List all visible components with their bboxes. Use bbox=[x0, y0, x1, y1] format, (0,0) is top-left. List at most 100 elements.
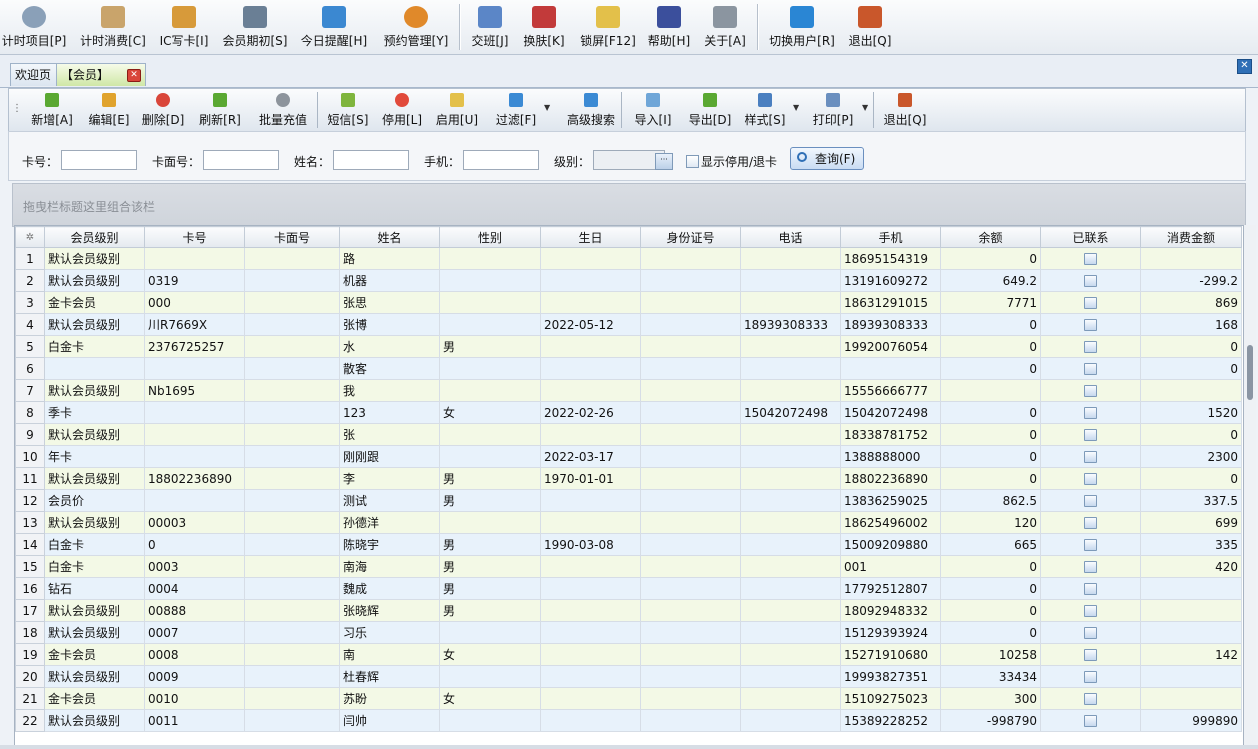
column-header[interactable]: 手机 bbox=[840, 226, 941, 248]
vertical-scrollbar[interactable] bbox=[1244, 225, 1256, 745]
show-disabled-checkbox[interactable] bbox=[686, 155, 699, 168]
table-row[interactable]: 14 白金卡 0 陈晓宇男 1990-03-08 15009209880 665 335 bbox=[15, 533, 1242, 556]
reminder-button[interactable]: 今日提醒[H] bbox=[300, 2, 368, 52]
contacted-checkbox[interactable] bbox=[1084, 715, 1097, 727]
column-header[interactable]: 生日 bbox=[540, 226, 641, 248]
contacted-checkbox[interactable] bbox=[1084, 319, 1097, 331]
table-row[interactable]: 1 默认会员级别 路 18695154319 0 bbox=[15, 247, 1242, 270]
table-row[interactable]: 9 默认会员级别张 18338781752 0 0 bbox=[15, 423, 1242, 446]
column-header[interactable]: 性别 bbox=[439, 226, 541, 248]
clock-button[interactable]: 计时项目[P] bbox=[0, 2, 68, 52]
table-row[interactable]: 16 钻石 0004 魏成男 17792512807 0 bbox=[15, 577, 1242, 600]
query-button[interactable]: 查询(F) bbox=[790, 147, 864, 170]
card-no-input[interactable] bbox=[61, 150, 137, 170]
tab-welcome[interactable]: 欢迎页 bbox=[10, 63, 62, 86]
column-header[interactable]: 卡号 bbox=[144, 226, 245, 248]
add-button[interactable]: 新增[A] bbox=[27, 91, 77, 129]
skin-button[interactable]: 换肤[K] bbox=[522, 2, 566, 52]
edit-button[interactable]: 编辑[E] bbox=[86, 91, 132, 129]
table-row[interactable]: 12 会员价 测试男 13836259025 862.5 337.5 bbox=[15, 489, 1242, 512]
sms-button[interactable]: 短信[S] bbox=[324, 91, 372, 129]
contacted-checkbox[interactable] bbox=[1084, 473, 1097, 485]
group-by-panel[interactable]: 拖曳栏标题这里组合该栏 bbox=[12, 183, 1246, 227]
contacted-checkbox[interactable] bbox=[1084, 583, 1097, 595]
table-row[interactable]: 5 白金卡 2376725257 水男 19920076054 0 0 bbox=[15, 335, 1242, 358]
mobile-input[interactable] bbox=[463, 150, 539, 170]
table-row[interactable]: 15 白金卡 0003 南海男 001 0 420 bbox=[15, 555, 1242, 578]
table-row[interactable]: 6 散客 0 0 bbox=[15, 357, 1242, 380]
table-row[interactable]: 7 默认会员级别 Nb1695 我 15556666777 bbox=[15, 379, 1242, 402]
table-row[interactable]: 11 默认会员级别 18802236890 李男 1970-01-01 188022368… bbox=[15, 467, 1242, 490]
name-input[interactable] bbox=[333, 150, 409, 170]
column-header[interactable]: 会员级别 bbox=[44, 226, 145, 248]
chevron-down-icon[interactable]: ▼ bbox=[544, 103, 550, 112]
card-face-input[interactable] bbox=[203, 150, 279, 170]
handover-button[interactable]: 交班[J] bbox=[470, 2, 510, 52]
chip-card-button[interactable]: IC写卡[I] bbox=[158, 2, 210, 52]
contacted-checkbox[interactable] bbox=[1084, 429, 1097, 441]
column-header[interactable]: 电话 bbox=[740, 226, 841, 248]
import-button[interactable]: 导入[I] bbox=[629, 91, 677, 129]
column-header[interactable]: 余额 bbox=[940, 226, 1041, 248]
column-header[interactable]: 姓名 bbox=[339, 226, 440, 248]
column-header[interactable]: 消费金额 bbox=[1140, 226, 1242, 248]
table-row[interactable]: 18 默认会员级别 0007 习乐 15129393924 0 bbox=[15, 621, 1242, 644]
style-button[interactable]: 样式[S] bbox=[737, 91, 793, 129]
chevron-down-icon[interactable]: ▼ bbox=[862, 103, 868, 112]
table-row[interactable]: 22 默认会员级别 0011 闫帅 15389228252 -998790 999890 bbox=[15, 709, 1242, 732]
exit-button[interactable]: 退出[Q] bbox=[882, 91, 928, 129]
contacted-checkbox[interactable] bbox=[1084, 363, 1097, 375]
contacted-checkbox[interactable] bbox=[1084, 627, 1097, 639]
print-button[interactable]: 打印[P] bbox=[804, 91, 862, 129]
contacted-checkbox[interactable] bbox=[1084, 517, 1097, 529]
table-row[interactable]: 19 金卡会员 0008 南女 15271910680 10258 142 bbox=[15, 643, 1242, 666]
contacted-checkbox[interactable] bbox=[1084, 539, 1097, 551]
help-button[interactable]: 帮助[H] bbox=[647, 2, 691, 52]
contacted-checkbox[interactable] bbox=[1084, 385, 1097, 397]
exit-door-button[interactable]: 退出[Q] bbox=[847, 2, 893, 52]
lock-button[interactable]: 锁屏[F12] bbox=[580, 2, 636, 52]
table-row[interactable]: 13 默认会员级别 00003 孙德洋 18625496002 120 699 bbox=[15, 511, 1242, 534]
contacted-checkbox[interactable] bbox=[1084, 693, 1097, 705]
about-button[interactable]: 关于[A] bbox=[704, 2, 746, 52]
table-row[interactable]: 10 年卡 刚刚跟 2022-03-17 1388888000 0 2300 bbox=[15, 445, 1242, 468]
export-button[interactable]: 导出[D] bbox=[681, 91, 739, 129]
start-doc-button[interactable]: 会员期初[S] bbox=[222, 2, 288, 52]
switch-user-button[interactable]: 切换用户[R] bbox=[768, 2, 836, 52]
contacted-checkbox[interactable] bbox=[1084, 649, 1097, 661]
column-header[interactable]: 卡面号 bbox=[244, 226, 340, 248]
contacted-checkbox[interactable] bbox=[1084, 605, 1097, 617]
contacted-checkbox[interactable] bbox=[1084, 407, 1097, 419]
table-row[interactable]: 20 默认会员级别 0009 杜春辉 19993827351 33434 bbox=[15, 665, 1242, 688]
contacted-checkbox[interactable] bbox=[1084, 341, 1097, 353]
contacted-checkbox[interactable] bbox=[1084, 561, 1097, 573]
hourglass-button[interactable]: 计时消费[C] bbox=[78, 2, 148, 52]
refresh-button[interactable]: 刷新[R] bbox=[197, 91, 243, 129]
table-row[interactable]: 3 金卡会员 000 张思 18631291015 7771 869 bbox=[15, 291, 1242, 314]
delete-button[interactable]: 删除[D] bbox=[140, 91, 186, 129]
table-row[interactable]: 21 金卡会员 0010 苏盼女 15109275023 300 bbox=[15, 687, 1242, 710]
enable-button[interactable]: 启用[U] bbox=[434, 91, 480, 129]
contacted-checkbox[interactable] bbox=[1084, 495, 1097, 507]
contacted-checkbox[interactable] bbox=[1084, 297, 1097, 309]
recharge-button[interactable]: 批量充值 bbox=[251, 91, 315, 129]
table-row[interactable]: 8 季卡 123 女 2022-02-26 15042072498 15042072498 0… bbox=[15, 401, 1242, 424]
contacted-checkbox[interactable] bbox=[1084, 451, 1097, 463]
contacted-checkbox[interactable] bbox=[1084, 253, 1097, 265]
table-row[interactable]: 4 默认会员级别 川R7669X 张博 2022-05-12 18939308333 189… bbox=[15, 313, 1242, 336]
advanced-search-button[interactable]: 高级搜索 bbox=[555, 91, 627, 129]
scrollbar-thumb[interactable] bbox=[1247, 345, 1253, 400]
table-row[interactable]: 17 默认会员级别 00888 张晓辉男 18092948332 0 bbox=[15, 599, 1242, 622]
tab-close-icon[interactable]: ✕ bbox=[127, 69, 141, 82]
toolbar-grip-icon[interactable]: ⋮ bbox=[12, 103, 22, 114]
filter-button[interactable]: 过滤[F] bbox=[490, 91, 542, 129]
column-header[interactable]: 身份证号 bbox=[640, 226, 741, 248]
table-row[interactable]: 2 默认会员级别 0319 机器 13191609272 649.2 -299.2 bbox=[15, 269, 1242, 292]
disable-button[interactable]: 停用[L] bbox=[379, 91, 425, 129]
contacted-checkbox[interactable] bbox=[1084, 275, 1097, 287]
schedule-button[interactable]: 预约管理[Y] bbox=[383, 2, 449, 52]
column-header[interactable]: 已联系 bbox=[1040, 226, 1141, 248]
header-corner[interactable]: ✲ bbox=[15, 226, 45, 248]
level-dropdown-icon[interactable]: ··· bbox=[655, 153, 673, 170]
close-panel-icon[interactable]: ✕ bbox=[1237, 59, 1252, 74]
